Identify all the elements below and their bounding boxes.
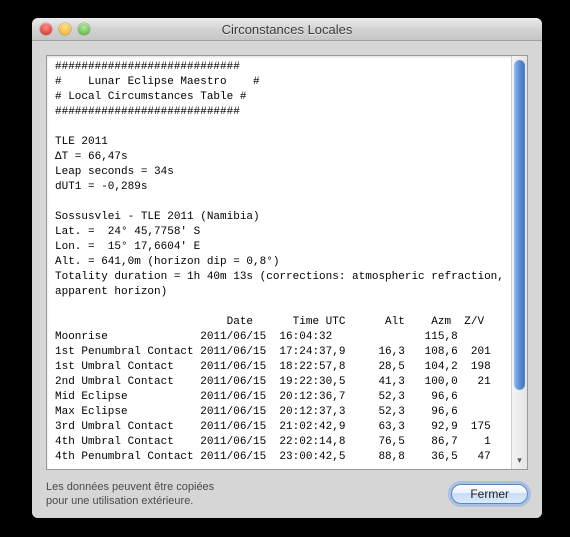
close-button[interactable]: Fermer [451, 484, 528, 504]
report-textbox[interactable]: ############################ # Lunar Ecl… [46, 55, 528, 470]
close-icon[interactable] [40, 23, 52, 35]
zoom-icon[interactable] [78, 23, 90, 35]
titlebar[interactable]: Circonstances Locales [32, 18, 542, 41]
scroll-down-icon[interactable]: ▾ [514, 455, 525, 467]
content-area: ############################ # Lunar Ecl… [32, 41, 542, 518]
vertical-scrollbar[interactable]: ▾ [511, 56, 527, 469]
traffic-lights [32, 23, 90, 35]
copy-hint: Les données peuvent être copiées pour un… [46, 480, 214, 508]
scroll-thumb[interactable] [514, 60, 525, 390]
report-text[interactable]: ############################ # Lunar Ecl… [47, 56, 511, 469]
footer: Les données peuvent être copiées pour un… [46, 470, 528, 508]
window-title: Circonstances Locales [32, 22, 542, 37]
minimize-icon[interactable] [59, 23, 71, 35]
window: Circonstances Locales ##################… [32, 18, 542, 518]
